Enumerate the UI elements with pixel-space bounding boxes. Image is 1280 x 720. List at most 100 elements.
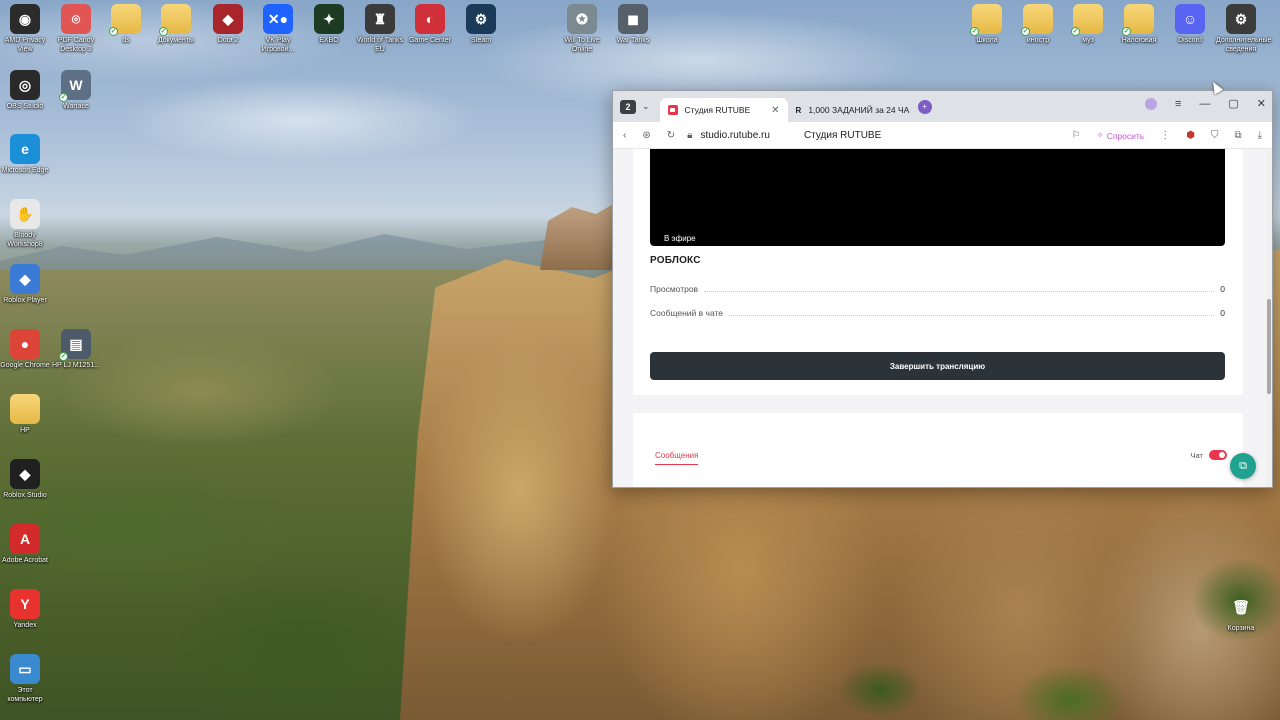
desktop-icon[interactable]: ◆ Roblox Player	[0, 260, 50, 305]
desktop-icon[interactable]: ✓ Школа	[962, 0, 1012, 45]
desktop-icon[interactable]: ✦ EXBO	[304, 0, 354, 45]
recycle-bin-icon: 🗑	[1232, 598, 1250, 615]
extension-icon[interactable]: ⬢	[1186, 130, 1195, 141]
desktop-icon-label: Game Center	[408, 37, 452, 44]
more-options-icon[interactable]: ⋮	[1160, 130, 1170, 141]
tab-close-icon[interactable]: ✕	[771, 105, 779, 116]
end-stream-button[interactable]: Завершить трансляцию	[650, 352, 1225, 380]
desktop-icon-label: Roblox Studio	[3, 492, 47, 499]
desktop-icon[interactable]: HP	[0, 390, 50, 435]
folder-inostr-icon: ✓	[1021, 4, 1053, 36]
desktop-icon[interactable]: ✓ ds	[101, 0, 151, 45]
browser-window[interactable]: 2 ⌄ Студия RUTUBE ✕ R 1,000 ЗАДАНИЙ за 2…	[612, 90, 1273, 488]
page-content: В эфире РОБЛОКС Просмотров 0 Сообщений в…	[613, 149, 1272, 487]
desktop-icon[interactable]: ✕● VK Play Игровой...	[253, 0, 303, 54]
back-arrow-icon[interactable]: ‹	[623, 130, 626, 141]
desktop-icon-label: HP	[20, 427, 30, 434]
desktop-icon-label: OBS Studio	[6, 103, 44, 110]
chat-toggle[interactable]	[1209, 450, 1227, 460]
folder-ds-icon: ✓	[109, 4, 141, 36]
wallpaper-trees	[820, 540, 1280, 720]
desktop-icon[interactable]: ⚙ Дополнительные сведения	[1216, 0, 1271, 54]
stat-chat-messages: Сообщений в чате 0	[650, 307, 1225, 319]
chat-label: Чат	[1190, 450, 1203, 460]
desktop-icon-label: Корзина	[1227, 625, 1255, 632]
desktop-icon[interactable]: ▤ ✓ HP LJ M1251...	[51, 325, 101, 370]
desktop-icon-label: VK Play Игровой...	[261, 37, 295, 53]
toolbar-right: ⚐ ✧ Спросить ⋮ ⬢ ⛉ ⧉ ⤓	[1072, 122, 1262, 149]
stat-label: Сообщений в чате	[650, 308, 724, 318]
desktop-icon-label: AMD Privacy View	[4, 37, 46, 53]
obs-studio-icon: ◎	[10, 70, 40, 100]
desktop-icon[interactable]: ● Google Chrome	[0, 325, 50, 370]
stream-title: РОБЛОКС	[650, 255, 701, 266]
chat-card: Сообщения Чат	[633, 413, 1243, 487]
tab-rutube-studio[interactable]: Студия RUTUBE ✕	[659, 98, 788, 122]
desktop-icon[interactable]: ◆ Dota 2	[203, 0, 253, 45]
desktop-icon[interactable]: e Microsoft Edge	[0, 130, 50, 175]
desktop-icon[interactable]: ✓ Документы	[151, 0, 201, 45]
desktop-icon[interactable]: ◉ AMD Privacy View	[0, 0, 50, 54]
ask-button[interactable]: ✧ Спросить	[1097, 130, 1145, 141]
desktop-icon[interactable]: ✪ Will To Live Online	[557, 0, 607, 54]
shield-icon[interactable]: ⛉	[1211, 130, 1219, 141]
collections-icon[interactable]: ⧉	[1234, 130, 1241, 141]
desktop-icon[interactable]: ♜ World of Tanks EU	[355, 0, 405, 54]
workspace-badge[interactable]: 2	[620, 99, 636, 114]
sync-check-icon: ✓	[159, 27, 168, 36]
desktop-icon[interactable]: ▭ Этот компьютер	[0, 650, 50, 704]
desktop-icon[interactable]: ◐ Game Center	[405, 0, 455, 45]
workspace-chevron-icon[interactable]: ⌄	[642, 101, 650, 112]
desktop-icon-label: Школа	[976, 37, 998, 44]
desktop-icon[interactable]: ✓ муз	[1063, 0, 1113, 45]
desktop-icon[interactable]: ◆ Roblox Studio	[0, 455, 50, 500]
desktop-icon[interactable]: W ✓ Warface	[51, 66, 101, 111]
desktop-icon[interactable]: ◼ War Tanks	[608, 0, 658, 45]
additional-info-icon: ⚙	[1226, 4, 1256, 34]
reload-icon[interactable]: ↻	[667, 130, 675, 141]
tab-messages[interactable]: Сообщения	[655, 451, 699, 465]
yandex-icon: Y	[10, 589, 40, 619]
desktop-icon[interactable]: A Adobe Acrobat	[0, 520, 50, 565]
support-chat-button[interactable]: ⧉	[1230, 453, 1256, 479]
desktop-icon[interactable]: ☺ Discord	[1165, 0, 1215, 45]
desktop-icon-label: Dota 2	[217, 37, 239, 44]
tab-tasks[interactable]: R 1,000 ЗАДАНИЙ за 24 ЧА	[788, 98, 914, 122]
desktop-icon[interactable]: ✋ Bloody Workshop8	[0, 195, 50, 249]
stream-preview[interactable]: В эфире	[650, 149, 1225, 246]
maximize-icon[interactable]: ▢	[1228, 97, 1238, 110]
stream-card: В эфире РОБЛОКС Просмотров 0 Сообщений в…	[633, 149, 1243, 395]
desktop-icon[interactable]: Y Yandex	[0, 585, 50, 630]
desktop-icon[interactable]: 🗑 Корзина	[1216, 588, 1266, 633]
stat-label: Просмотров	[650, 284, 699, 294]
sync-check-icon: ✓	[59, 352, 68, 361]
adobe-acrobat-icon: A	[10, 524, 40, 554]
page-scrollbar[interactable]	[1266, 149, 1272, 487]
scrollbar-thumb[interactable]	[1267, 299, 1271, 394]
bookmark-icon[interactable]: ⚐	[1072, 130, 1081, 141]
new-tab-button[interactable]: +	[917, 99, 932, 114]
address-bar[interactable]: 🔒︎ studio.rutube.ru Студия RUTUBE	[687, 130, 881, 141]
sync-check-icon: ✓	[1071, 27, 1080, 36]
pdf-candy-icon: ⌾	[61, 4, 91, 34]
close-window-icon[interactable]: ✕	[1257, 97, 1266, 110]
menu-icon[interactable]: ≡	[1175, 98, 1181, 110]
browser-titlebar[interactable]: 2 ⌄ Студия RUTUBE ✕ R 1,000 ЗАДАНИЙ за 2…	[613, 91, 1272, 122]
roblox-studio-icon: ◆	[10, 459, 40, 489]
world-of-tanks-icon: ♜	[365, 4, 395, 34]
desktop-icon[interactable]: ◎ OBS Studio	[0, 66, 50, 111]
steam-icon: ⚙	[466, 4, 496, 34]
desktop-icon-label: иностр	[1026, 37, 1050, 44]
download-icon[interactable]: ⤓	[1258, 130, 1262, 141]
folder-tax-icon: ✓	[1122, 4, 1154, 36]
desktop-icon-label: Warface	[63, 103, 89, 110]
sync-check-icon: ✓	[59, 93, 68, 102]
desktop-icon[interactable]: ⌾ PDF Candy Desktop 3	[51, 0, 101, 54]
desktop-icon[interactable]: ✓ иностр	[1013, 0, 1063, 45]
site-info-icon[interactable]: ⊛	[642, 130, 650, 141]
desktop-icon[interactable]: ⚙ Steam	[456, 0, 506, 45]
desktop-icon-label: World of Tanks EU	[356, 37, 404, 53]
profile-avatar-icon[interactable]	[1144, 97, 1157, 110]
minimize-icon[interactable]: —	[1199, 98, 1210, 110]
desktop-icon[interactable]: ✓ Налоговая	[1114, 0, 1164, 45]
